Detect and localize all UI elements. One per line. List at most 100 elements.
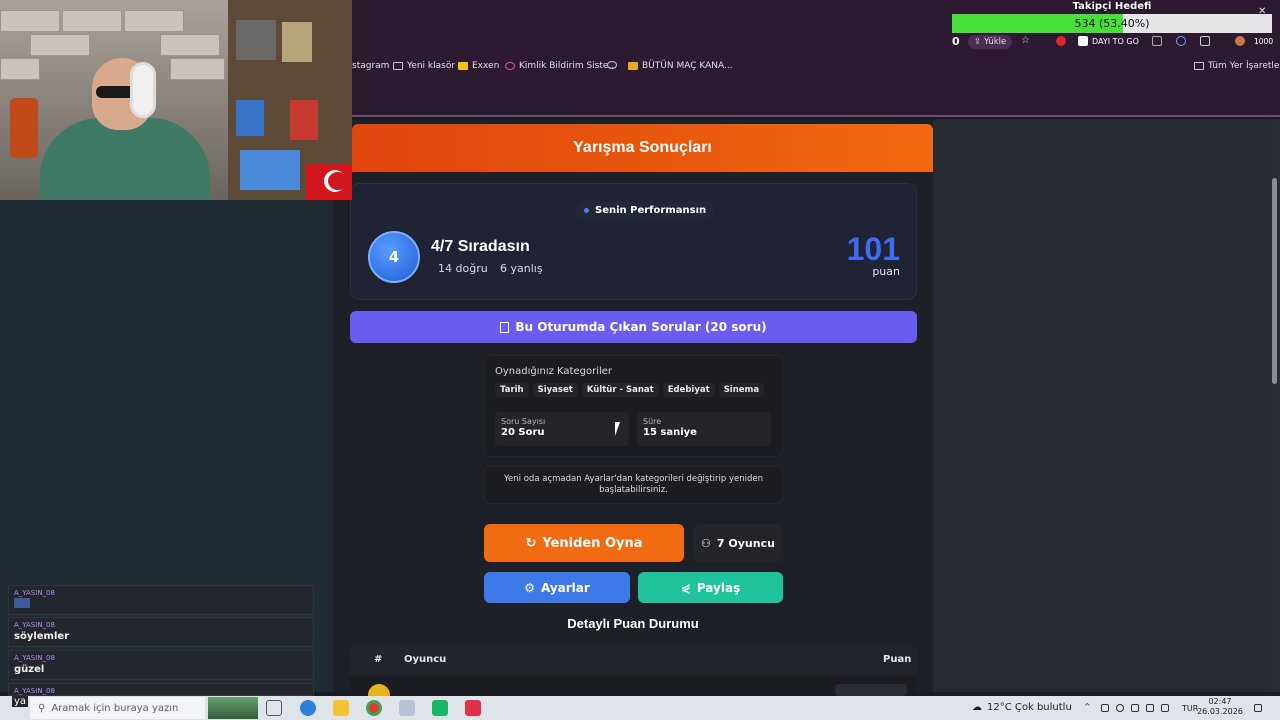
chrome-icon[interactable] bbox=[366, 700, 382, 716]
info-note: Yeni oda açmadan Ayarlar'dan kategoriler… bbox=[484, 466, 783, 504]
column-score: Puan bbox=[883, 654, 912, 665]
column-player: Oyuncu bbox=[404, 654, 447, 665]
upload-button[interactable]: ⇪ Yükle bbox=[968, 35, 1013, 49]
tray-icon[interactable] bbox=[1131, 704, 1139, 712]
shelf-item bbox=[240, 150, 300, 190]
star-icon[interactable]: ☆ bbox=[1021, 35, 1031, 46]
shelf-item bbox=[236, 20, 276, 60]
tray-icon[interactable] bbox=[1101, 704, 1109, 712]
task-view-icon[interactable] bbox=[266, 700, 282, 716]
rank-text: 4/7 Sıradasın bbox=[431, 238, 530, 255]
duration-stat: Süre 15 saniye bbox=[637, 412, 771, 446]
duration-label: Süre bbox=[643, 417, 662, 426]
share-button[interactable]: ⋞ Paylaş bbox=[638, 572, 783, 603]
taskbar-weather[interactable]: ☁ 12°C Çok bulutlu bbox=[972, 702, 1072, 713]
globe-icon bbox=[607, 61, 617, 69]
chat-text: ya bbox=[12, 696, 29, 707]
extension-icon[interactable] bbox=[1152, 36, 1162, 46]
brick bbox=[160, 34, 220, 56]
row-score-badge bbox=[835, 684, 907, 696]
bookmark-exxen[interactable]: Exxen bbox=[458, 61, 499, 71]
chat-text: güzel bbox=[14, 664, 45, 675]
taskbar-search-placeholder: Aramak için buraya yazın bbox=[51, 702, 179, 714]
question-count-value: 20 Soru bbox=[501, 427, 545, 438]
notification-icon[interactable] bbox=[1254, 704, 1262, 712]
players-button[interactable]: ⚇ 7 Oyuncu bbox=[693, 524, 783, 562]
bookmark-kimlik[interactable]: Kimlik Bildirim Siste... bbox=[505, 61, 617, 71]
chevron-up-icon[interactable]: ^ bbox=[1084, 702, 1092, 711]
settings-label: Ayarlar bbox=[540, 580, 590, 595]
taskbar-search[interactable]: ⚲ Aramak için buraya yazın bbox=[30, 697, 205, 719]
column-rank: # bbox=[374, 654, 383, 665]
chat-message: A_YASIN_08 bbox=[8, 585, 314, 615]
wrong-count: 6 yanlış bbox=[500, 262, 543, 275]
microphone bbox=[10, 98, 38, 158]
profile-avatar[interactable] bbox=[1235, 36, 1245, 46]
table-row bbox=[350, 676, 917, 692]
scrollbar-thumb[interactable] bbox=[1272, 178, 1277, 384]
brick bbox=[170, 58, 225, 80]
app-icon[interactable] bbox=[399, 700, 415, 716]
tray-icon[interactable] bbox=[1116, 704, 1124, 712]
file-explorer-icon[interactable] bbox=[333, 700, 349, 716]
correct-count: 14 doğru bbox=[438, 262, 488, 275]
app-icon[interactable] bbox=[432, 700, 448, 716]
extension-icon[interactable] bbox=[1176, 36, 1186, 46]
replay-label: Yeniden Oyna bbox=[542, 535, 643, 551]
brick bbox=[30, 34, 90, 56]
shelf-item bbox=[282, 22, 312, 62]
upload-icon: ⇪ bbox=[974, 37, 982, 47]
bookmark-favicon-icon bbox=[628, 62, 638, 70]
clock-date: 26.03.2026 bbox=[1197, 707, 1243, 716]
folder-icon bbox=[1194, 62, 1204, 70]
mouse-cursor-icon bbox=[615, 422, 625, 436]
app-icon[interactable] bbox=[465, 700, 481, 716]
extension-icon[interactable] bbox=[1078, 36, 1088, 46]
categories-title: Oynadığınız Kategoriler bbox=[495, 366, 613, 377]
results-header: Yarışma Sonuçları bbox=[352, 124, 933, 172]
chat-message: A_YASIN_08 bbox=[8, 683, 314, 696]
weather-text: 12°C Çok bulutlu bbox=[987, 702, 1072, 713]
chat-username: A_YASIN_08 bbox=[14, 589, 55, 597]
bookmark-yeni-klasor[interactable]: Yeni klasör bbox=[393, 61, 455, 71]
clock-time: 02:47 bbox=[1208, 697, 1232, 706]
edge-icon[interactable] bbox=[300, 700, 316, 716]
shelf-item bbox=[236, 100, 264, 136]
replay-button[interactable]: ↻ Yeniden Oyna bbox=[484, 524, 684, 562]
wifi-icon[interactable] bbox=[1161, 704, 1169, 712]
share-icon: ⋞ bbox=[680, 580, 691, 595]
chat-username: A_YASIN_08 bbox=[14, 687, 55, 695]
bookmark-butun-mac[interactable]: BÜTÜN MAÇ KANA... bbox=[628, 61, 733, 71]
bookmark-label: Exxen bbox=[472, 61, 500, 71]
performance-label: Senin Performansın bbox=[576, 201, 715, 219]
question-count-label: Soru Sayısı bbox=[501, 417, 546, 426]
bookmark-globe[interactable] bbox=[607, 61, 617, 69]
score-table-header: # Oyuncu Puan bbox=[350, 645, 917, 675]
extension-label: DAYI TO GO bbox=[1092, 37, 1139, 46]
session-questions-button[interactable]: Bu Oturumda Çıkan Sorular (20 soru) bbox=[350, 311, 917, 343]
score-value: 101 bbox=[846, 231, 900, 267]
category-tag: Kültür - Sanat bbox=[581, 383, 659, 397]
follower-goal-bar: 534 (53.40%) bbox=[952, 14, 1272, 33]
detail-score-title: Detaylı Puan Durumu bbox=[567, 616, 699, 631]
page-side-background bbox=[933, 119, 1272, 692]
settings-button[interactable]: ⚙ Ayarlar bbox=[484, 572, 630, 603]
all-bookmarks-button[interactable]: Tüm Yer İşaretleri bbox=[1194, 61, 1280, 71]
bookmark-label: stagram bbox=[352, 61, 390, 71]
players-label: 7 Oyuncu bbox=[716, 536, 775, 550]
bookmark-instagram[interactable]: stagram bbox=[352, 61, 389, 71]
brick bbox=[0, 58, 40, 80]
taskbar-clock[interactable]: 02:47 26.03.2026 bbox=[1196, 697, 1244, 717]
chat-text: söylemler bbox=[14, 631, 70, 642]
search-icon: ⚲ bbox=[38, 702, 46, 714]
category-tag: Tarih bbox=[495, 383, 529, 397]
link-icon bbox=[505, 62, 515, 70]
puzzle-icon[interactable] bbox=[1200, 36, 1210, 46]
toolbar-badge: 1000 bbox=[1254, 37, 1274, 46]
counter-value: 0 bbox=[952, 35, 960, 48]
extension-icon[interactable] bbox=[1056, 36, 1066, 46]
duration-value: 15 saniye bbox=[643, 427, 697, 438]
score-unit: puan bbox=[872, 265, 900, 278]
tray-icon[interactable] bbox=[1146, 704, 1154, 712]
exxen-icon bbox=[458, 62, 468, 70]
